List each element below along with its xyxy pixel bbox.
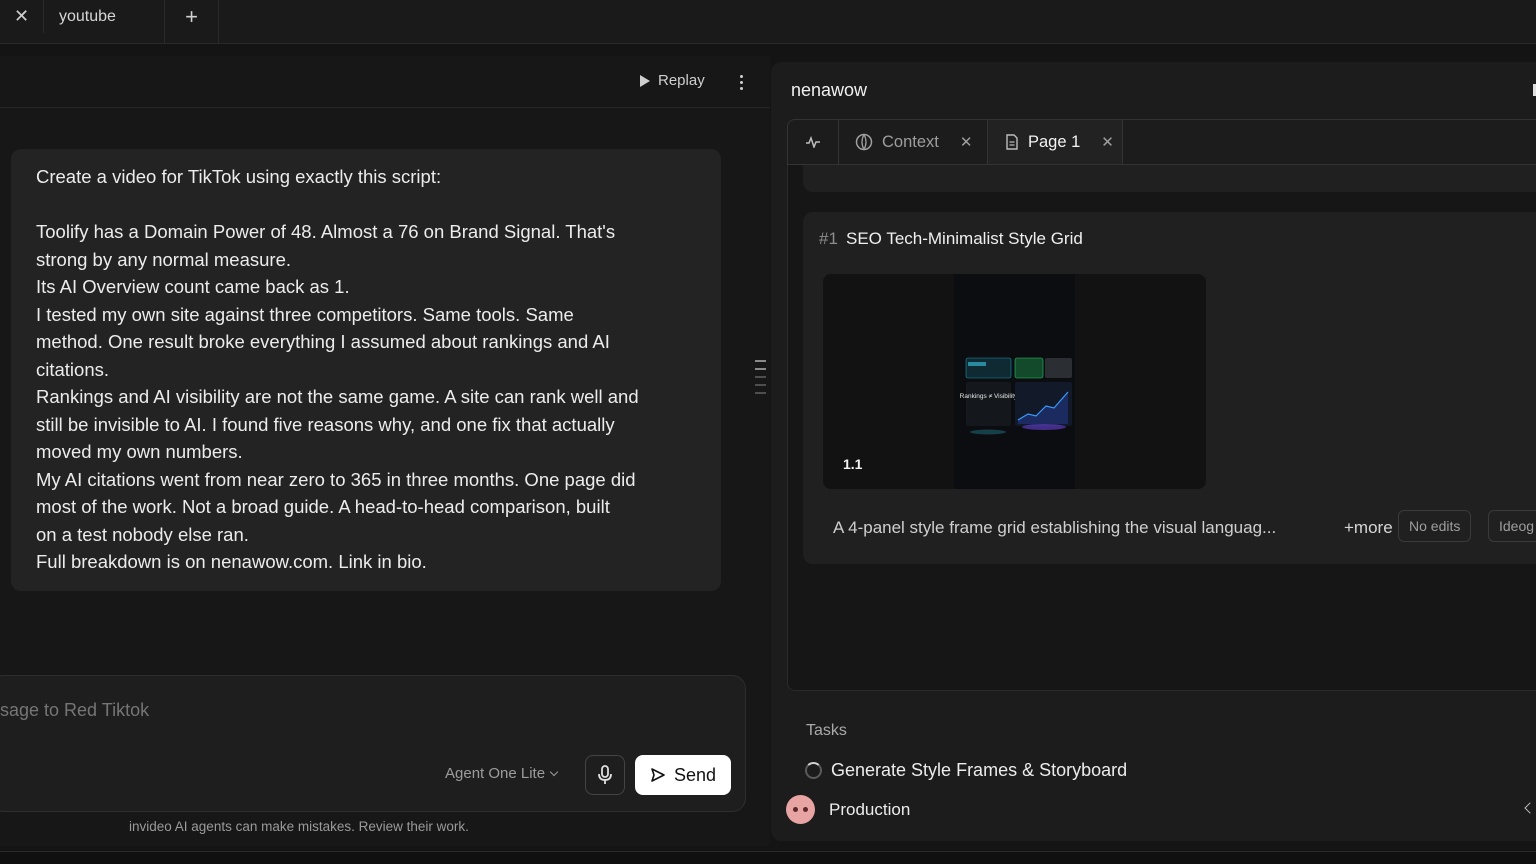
message-line: moved my own numbers.: [36, 441, 243, 462]
replay-button[interactable]: Replay: [640, 72, 705, 89]
plus-icon: +: [185, 4, 198, 29]
card-number: #1: [819, 229, 838, 248]
style-grid-preview: Rankings ≠ Visibility: [954, 274, 1075, 489]
tab-page-1[interactable]: Page 1 ✕: [988, 120, 1123, 164]
model-label: Agent One Lite: [445, 765, 546, 782]
message-line: strong by any normal measure.: [36, 248, 292, 270]
chat-panel: Replay Create a video for TikTok using e…: [0, 56, 770, 846]
message-line: most of the work. Not a broad guide. A h…: [36, 496, 610, 517]
message-line: My AI citations went from near zero to 3…: [36, 468, 636, 490]
production-agent[interactable]: Production: [786, 795, 910, 824]
task-label: Generate Style Frames & Storyboard: [831, 760, 1128, 780]
chevron-left-icon[interactable]: [1524, 802, 1536, 814]
card-description: A 4-panel style frame grid establishing …: [833, 518, 1277, 537]
tab-context[interactable]: Context ✕: [839, 120, 988, 164]
panel-tabs: Context ✕ Page 1 ✕: [787, 119, 1536, 165]
microphone-icon: [598, 765, 612, 784]
loading-spinner-icon: [805, 762, 822, 779]
tab-activity[interactable]: [788, 120, 839, 164]
tab-label: Page 1: [1028, 132, 1081, 151]
chevron-down-icon: [549, 767, 559, 776]
status-badge: No edits: [1398, 510, 1472, 542]
message-line: method. One result broke everything I as…: [36, 331, 610, 352]
project-title: nenawow: [791, 80, 868, 100]
message-line: citations.: [36, 358, 110, 380]
more-link[interactable]: +more: [1344, 518, 1393, 538]
task-item[interactable]: Generate Style Frames & Storyboard: [805, 760, 1127, 781]
production-label: Production: [829, 799, 911, 819]
tab-label: youtube: [59, 8, 116, 25]
close-icon[interactable]: ✕: [960, 133, 973, 151]
browser-tab-strip: ✕ youtube +: [0, 0, 1536, 44]
message-line: on a test nobody else ran.: [36, 523, 249, 545]
replay-label: Replay: [658, 72, 705, 89]
model-badge: Ideog: [1488, 510, 1536, 542]
message-line: Create a video for TikTok using exactly …: [36, 166, 442, 187]
message-line: still be invisible to AI. I found five r…: [36, 413, 615, 435]
project-panel: nenawow Context ✕ Page 1 ✕ #1 SEO Tech-M…: [771, 62, 1536, 841]
status-strip: [0, 851, 1536, 864]
message-composer: Agent One Lite Send: [0, 675, 746, 812]
send-icon: [651, 768, 665, 782]
style-card[interactable]: #1 SEO Tech-Minimalist Style Grid Rankin…: [803, 212, 1536, 564]
model-selector[interactable]: Agent One Lite: [445, 765, 559, 782]
page-icon: [1006, 134, 1018, 150]
message-line: Full breakdown is on nenawow.com. Link i…: [36, 551, 427, 572]
message-input[interactable]: [0, 700, 591, 721]
disclaimer-text: invideo AI agents can make mistakes. Rev…: [129, 819, 469, 834]
style-frame-thumbnail[interactable]: Rankings ≠ Visibility 1.1: [823, 274, 1206, 489]
send-button[interactable]: Send: [635, 755, 731, 795]
avatar: [786, 795, 815, 824]
previous-card: [803, 165, 1536, 192]
new-tab-button[interactable]: +: [165, 0, 219, 43]
activity-icon: [806, 136, 820, 148]
message-line: Rankings and AI visibility are not the s…: [36, 386, 639, 407]
user-message: Create a video for TikTok using exactly …: [11, 149, 721, 591]
message-line: Its AI Overview count came back as 1.: [36, 276, 350, 297]
page-content: #1 SEO Tech-Minimalist Style Grid Rankin…: [787, 165, 1536, 691]
message-line: Toolify has a Domain Power of 48. Almost…: [36, 221, 616, 242]
frame-label: 1.1: [843, 456, 863, 472]
close-icon[interactable]: ✕: [1101, 133, 1114, 151]
thumbnail-image: Rankings ≠ Visibility: [954, 274, 1075, 489]
browser-tab-youtube[interactable]: youtube: [44, 0, 165, 43]
svg-text:Rankings ≠ Visibility: Rankings ≠ Visibility: [960, 393, 1018, 400]
close-icon[interactable]: ✕: [0, 0, 44, 33]
play-icon: [640, 74, 650, 87]
more-options-icon[interactable]: [734, 70, 748, 94]
message-line: I tested my own site against three compe…: [36, 303, 574, 325]
card-title: SEO Tech-Minimalist Style Grid: [846, 229, 1083, 248]
microphone-button[interactable]: [585, 755, 625, 795]
scroll-indicator[interactable]: [755, 360, 767, 400]
tab-label: Context: [882, 132, 939, 151]
tasks-heading: Tasks: [806, 722, 847, 739]
context-icon: [855, 133, 873, 151]
chat-toolbar: Replay: [0, 56, 770, 108]
send-label: Send: [673, 764, 717, 785]
